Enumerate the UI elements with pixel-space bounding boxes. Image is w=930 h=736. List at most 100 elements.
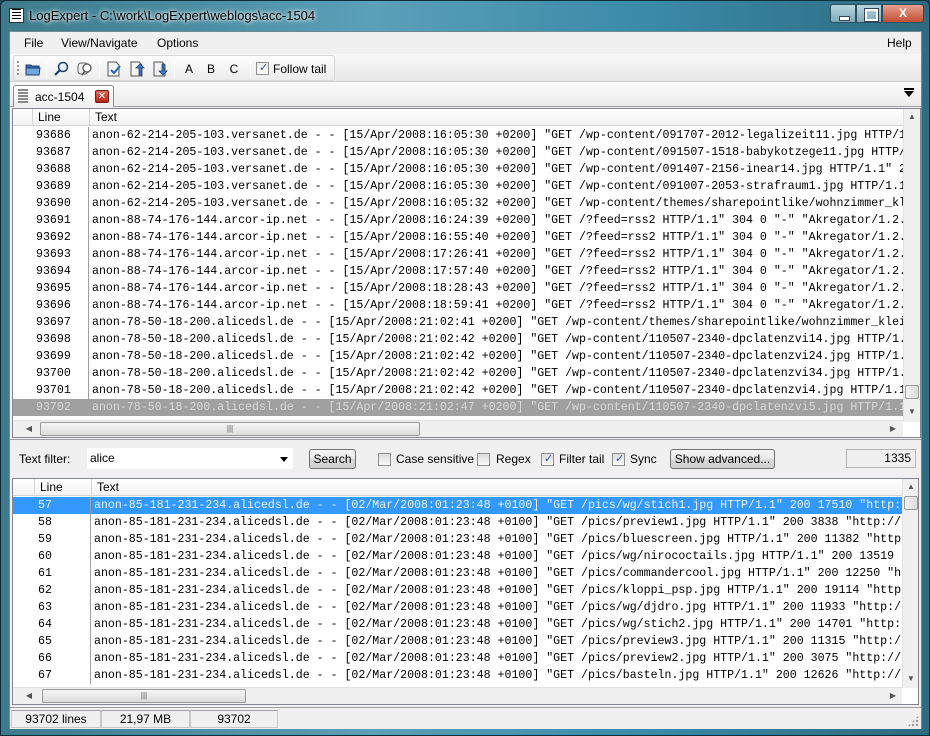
search-button[interactable]: Search xyxy=(309,449,356,469)
table-row[interactable]: 58 anon-85-181-231-234.alicedsl.de - - [0… xyxy=(13,514,902,531)
scroll-down-icon[interactable]: ▼ xyxy=(904,404,920,420)
menu-file[interactable]: File xyxy=(24,36,43,50)
app-icon[interactable] xyxy=(9,8,24,23)
regex-label[interactable]: Regex xyxy=(496,452,531,466)
table-row[interactable]: 93695 anon-88-74-176-144.arcor-ip.net - -… xyxy=(13,280,903,297)
row-selector[interactable] xyxy=(13,246,32,263)
text-filter-value[interactable]: alice xyxy=(90,451,115,465)
scroll-up-icon[interactable]: ▲ xyxy=(903,479,918,495)
resize-grip-icon[interactable] xyxy=(907,715,919,727)
table-row[interactable]: 93686 anon-62-214-205-103.versanet.de - -… xyxy=(13,127,903,144)
row-selector[interactable] xyxy=(13,382,32,399)
filter-horizontal-scrollbar[interactable]: ◀ ||| ▶ xyxy=(13,687,902,704)
row-selector[interactable] xyxy=(13,229,32,246)
row-selector[interactable] xyxy=(13,616,32,633)
case-sensitive-checkbox[interactable] xyxy=(378,453,391,466)
table-row[interactable]: 64 anon-85-181-231-234.alicedsl.de - - [0… xyxy=(13,616,902,633)
menu-options[interactable]: Options xyxy=(157,36,198,50)
sync-checkbox[interactable]: ✓ xyxy=(612,453,625,466)
close-button[interactable]: X xyxy=(882,4,924,23)
table-row[interactable]: 93690 anon-62-214-205-103.versanet.de - -… xyxy=(13,195,903,212)
scroll-left-icon[interactable]: ◀ xyxy=(21,688,37,704)
row-selector[interactable] xyxy=(13,178,32,195)
scroll-up-icon[interactable]: ▲ xyxy=(904,109,920,125)
table-row[interactable]: 62 anon-85-181-231-234.alicedsl.de - - [0… xyxy=(13,582,902,599)
previous-bookmark-button[interactable] xyxy=(127,59,147,79)
table-row[interactable]: 60 anon-85-181-231-234.alicedsl.de - - [0… xyxy=(13,548,902,565)
scroll-thumb[interactable] xyxy=(905,385,919,399)
title-bar[interactable]: LogExpert - C:\work\LogExpert\weblogs\ac… xyxy=(1,1,929,30)
row-selector[interactable] xyxy=(13,399,32,416)
row-selector[interactable] xyxy=(13,348,32,365)
table-row[interactable]: 93688 anon-62-214-205-103.versanet.de - -… xyxy=(13,161,903,178)
table-row[interactable]: 93701 anon-78-50-18-200.alicedsl.de - - [… xyxy=(13,382,903,399)
highlight-c-button[interactable]: C xyxy=(227,62,241,76)
row-selector[interactable] xyxy=(13,195,32,212)
open-file-button[interactable] xyxy=(23,59,43,79)
row-selector[interactable] xyxy=(13,667,32,684)
row-selector[interactable] xyxy=(13,565,32,582)
search-button[interactable] xyxy=(52,59,72,79)
table-row[interactable]: 93693 anon-88-74-176-144.arcor-ip.net - -… xyxy=(13,246,903,263)
minimize-button[interactable] xyxy=(830,4,856,23)
next-bookmark-button[interactable] xyxy=(150,59,170,79)
table-row[interactable]: 65 anon-85-181-231-234.alicedsl.de - - [0… xyxy=(13,633,902,650)
hscroll-thumb[interactable]: ||| xyxy=(40,422,420,436)
highlight-a-button[interactable]: A xyxy=(182,62,196,76)
row-selector[interactable] xyxy=(13,280,32,297)
show-advanced-button[interactable]: Show advanced... xyxy=(670,449,775,469)
filter-tail-label[interactable]: Filter tail xyxy=(559,452,604,466)
filter-vertical-scrollbar[interactable]: ▲ ▼ xyxy=(902,479,918,688)
chevron-down-icon[interactable] xyxy=(280,457,288,462)
tab-acc-1504[interactable]: acc-1504 ✕ xyxy=(13,85,114,107)
table-row[interactable]: 93696 anon-88-74-176-144.arcor-ip.net - -… xyxy=(13,297,903,314)
regex-checkbox[interactable] xyxy=(477,453,490,466)
log-grid[interactable]: Line Text 93686 anon-62-214-205-103.versa… xyxy=(12,108,921,438)
table-row[interactable]: 93699 anon-78-50-18-200.alicedsl.de - - [… xyxy=(13,348,903,365)
toggle-bookmark-button[interactable] xyxy=(104,59,124,79)
highlight-b-button[interactable]: B xyxy=(204,62,218,76)
follow-tail-label[interactable]: Follow tail xyxy=(273,62,326,76)
row-selector[interactable] xyxy=(13,297,32,314)
column-header-line[interactable]: Line xyxy=(35,479,92,496)
row-selector[interactable] xyxy=(13,365,32,382)
row-selector[interactable] xyxy=(13,314,32,331)
scroll-right-icon[interactable]: ▶ xyxy=(885,421,901,437)
row-selector[interactable] xyxy=(13,599,32,616)
scroll-thumb[interactable] xyxy=(904,496,918,510)
case-sensitive-label[interactable]: Case sensitive xyxy=(396,452,474,466)
table-row[interactable]: 66 anon-85-181-231-234.alicedsl.de - - [0… xyxy=(13,650,902,667)
table-row[interactable]: 93702 anon-78-50-18-200.alicedsl.de - - [… xyxy=(13,399,903,416)
table-row[interactable]: 93691 anon-88-74-176-144.arcor-ip.net - -… xyxy=(13,212,903,229)
table-row[interactable]: 93700 anon-78-50-18-200.alicedsl.de - - [… xyxy=(13,365,903,382)
row-selector[interactable] xyxy=(13,144,32,161)
table-row[interactable]: 59 anon-85-181-231-234.alicedsl.de - - [0… xyxy=(13,531,902,548)
log-horizontal-scrollbar[interactable]: ◀ ||| ▶ xyxy=(13,420,903,437)
row-selector[interactable] xyxy=(13,548,32,565)
column-header-text[interactable]: Text xyxy=(90,109,904,126)
toolbar-grip[interactable] xyxy=(17,61,19,77)
table-row[interactable]: 93698 anon-78-50-18-200.alicedsl.de - - [… xyxy=(13,331,903,348)
row-selector[interactable] xyxy=(13,531,32,548)
filter-grid[interactable]: Line Text 57 anon-85-181-231-234.alicedsl… xyxy=(12,478,919,705)
row-selector[interactable] xyxy=(13,514,32,531)
row-selector[interactable] xyxy=(13,633,32,650)
sync-label[interactable]: Sync xyxy=(630,452,657,466)
row-selector[interactable] xyxy=(13,497,32,514)
scroll-left-icon[interactable]: ◀ xyxy=(21,421,37,437)
scroll-right-icon[interactable]: ▶ xyxy=(885,688,901,704)
table-row[interactable]: 93694 anon-88-74-176-144.arcor-ip.net - -… xyxy=(13,263,903,280)
follow-tail-checkbox[interactable]: ✓ xyxy=(256,62,269,75)
hscroll-thumb[interactable]: ||| xyxy=(42,689,246,703)
column-header-text[interactable]: Text xyxy=(92,479,902,496)
table-row[interactable]: 67 anon-85-181-231-234.alicedsl.de - - [0… xyxy=(13,667,902,684)
row-selector[interactable] xyxy=(13,212,32,229)
row-selector[interactable] xyxy=(13,263,32,280)
table-row[interactable]: 93692 anon-88-74-176-144.arcor-ip.net - -… xyxy=(13,229,903,246)
table-row[interactable]: 93697 anon-78-50-18-200.alicedsl.de - - [… xyxy=(13,314,903,331)
table-row[interactable]: 93689 anon-62-214-205-103.versanet.de - -… xyxy=(13,178,903,195)
scroll-down-icon[interactable]: ▼ xyxy=(903,671,918,687)
table-row[interactable]: 61 anon-85-181-231-234.alicedsl.de - - [0… xyxy=(13,565,902,582)
row-selector[interactable] xyxy=(13,331,32,348)
maximize-button[interactable] xyxy=(856,4,882,23)
